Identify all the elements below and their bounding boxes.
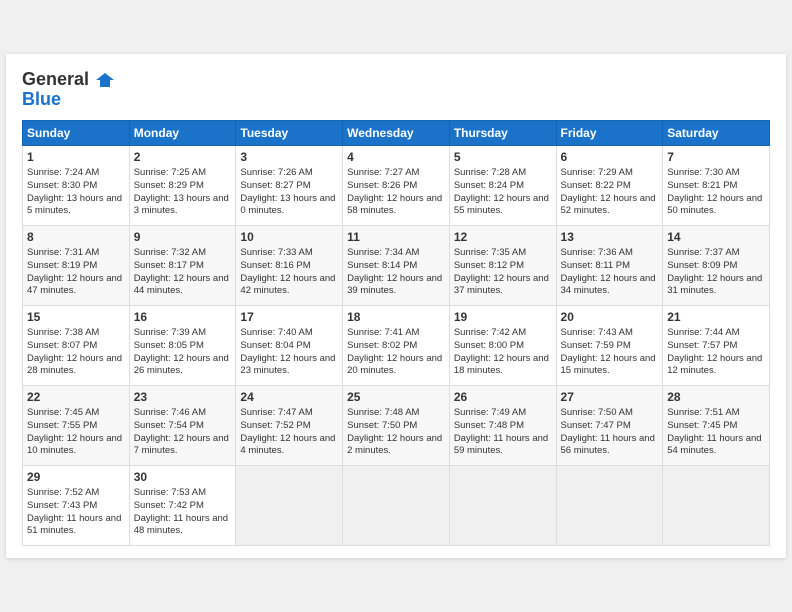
col-thursday: Thursday	[449, 120, 556, 145]
logo: General Blue	[22, 70, 114, 110]
table-row: 14Sunrise: 7:37 AMSunset: 8:09 PMDayligh…	[663, 225, 770, 305]
calendar-header: General Blue	[22, 70, 770, 110]
table-row: 30Sunrise: 7:53 AMSunset: 7:42 PMDayligh…	[129, 465, 236, 545]
table-row: 9Sunrise: 7:32 AMSunset: 8:17 PMDaylight…	[129, 225, 236, 305]
table-row: 20Sunrise: 7:43 AMSunset: 7:59 PMDayligh…	[556, 305, 663, 385]
logo-general: General	[22, 70, 114, 90]
table-row: 5Sunrise: 7:28 AMSunset: 8:24 PMDaylight…	[449, 145, 556, 225]
table-row	[236, 465, 343, 545]
table-row: 23Sunrise: 7:46 AMSunset: 7:54 PMDayligh…	[129, 385, 236, 465]
table-row: 27Sunrise: 7:50 AMSunset: 7:47 PMDayligh…	[556, 385, 663, 465]
table-row: 22Sunrise: 7:45 AMSunset: 7:55 PMDayligh…	[23, 385, 130, 465]
calendar-table: Sunday Monday Tuesday Wednesday Thursday…	[22, 120, 770, 546]
table-row: 15Sunrise: 7:38 AMSunset: 8:07 PMDayligh…	[23, 305, 130, 385]
table-row: 10Sunrise: 7:33 AMSunset: 8:16 PMDayligh…	[236, 225, 343, 305]
table-row: 12Sunrise: 7:35 AMSunset: 8:12 PMDayligh…	[449, 225, 556, 305]
table-row	[556, 465, 663, 545]
col-tuesday: Tuesday	[236, 120, 343, 145]
table-row: 16Sunrise: 7:39 AMSunset: 8:05 PMDayligh…	[129, 305, 236, 385]
table-row: 3Sunrise: 7:26 AMSunset: 8:27 PMDaylight…	[236, 145, 343, 225]
table-row: 29Sunrise: 7:52 AMSunset: 7:43 PMDayligh…	[23, 465, 130, 545]
col-monday: Monday	[129, 120, 236, 145]
table-row: 7Sunrise: 7:30 AMSunset: 8:21 PMDaylight…	[663, 145, 770, 225]
col-friday: Friday	[556, 120, 663, 145]
table-row: 11Sunrise: 7:34 AMSunset: 8:14 PMDayligh…	[343, 225, 450, 305]
calendar-container: General Blue Sunday Monday Tuesday Wedne…	[6, 54, 786, 558]
table-row	[663, 465, 770, 545]
logo-bird-icon	[96, 71, 114, 89]
table-row: 1Sunrise: 7:24 AMSunset: 8:30 PMDaylight…	[23, 145, 130, 225]
table-row: 26Sunrise: 7:49 AMSunset: 7:48 PMDayligh…	[449, 385, 556, 465]
table-row: 24Sunrise: 7:47 AMSunset: 7:52 PMDayligh…	[236, 385, 343, 465]
col-saturday: Saturday	[663, 120, 770, 145]
table-row: 13Sunrise: 7:36 AMSunset: 8:11 PMDayligh…	[556, 225, 663, 305]
table-row: 21Sunrise: 7:44 AMSunset: 7:57 PMDayligh…	[663, 305, 770, 385]
table-row: 18Sunrise: 7:41 AMSunset: 8:02 PMDayligh…	[343, 305, 450, 385]
table-row	[343, 465, 450, 545]
table-row: 28Sunrise: 7:51 AMSunset: 7:45 PMDayligh…	[663, 385, 770, 465]
table-row: 4Sunrise: 7:27 AMSunset: 8:26 PMDaylight…	[343, 145, 450, 225]
table-row: 6Sunrise: 7:29 AMSunset: 8:22 PMDaylight…	[556, 145, 663, 225]
logo-text-block: General Blue	[22, 70, 114, 110]
table-row: 19Sunrise: 7:42 AMSunset: 8:00 PMDayligh…	[449, 305, 556, 385]
col-sunday: Sunday	[23, 120, 130, 145]
table-row: 8Sunrise: 7:31 AMSunset: 8:19 PMDaylight…	[23, 225, 130, 305]
table-row: 17Sunrise: 7:40 AMSunset: 8:04 PMDayligh…	[236, 305, 343, 385]
table-row: 25Sunrise: 7:48 AMSunset: 7:50 PMDayligh…	[343, 385, 450, 465]
table-row: 2Sunrise: 7:25 AMSunset: 8:29 PMDaylight…	[129, 145, 236, 225]
col-wednesday: Wednesday	[343, 120, 450, 145]
table-row	[449, 465, 556, 545]
logo-blue: Blue	[22, 90, 114, 110]
